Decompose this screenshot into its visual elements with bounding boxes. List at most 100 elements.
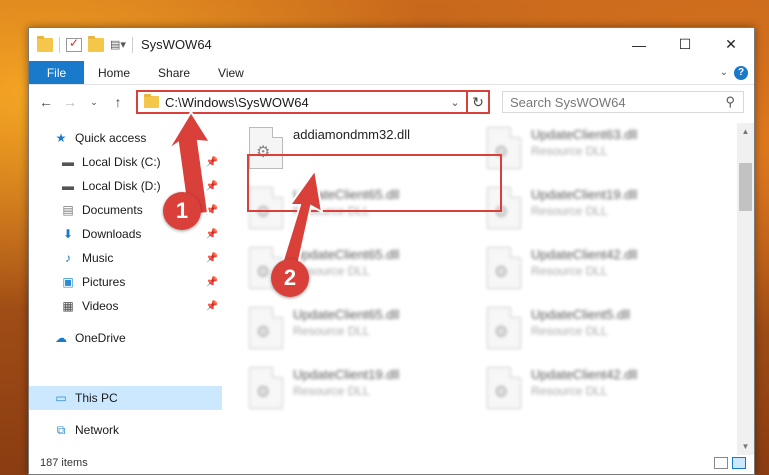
customize-toolbar-icon[interactable]: ▤▾ (110, 38, 126, 52)
tab-share[interactable]: Share (144, 66, 204, 80)
file-item[interactable]: ⚙ UpdateClient63.dll Resource DLL (487, 127, 637, 169)
item-count: 187 items (40, 457, 88, 469)
toolbar-divider (132, 36, 133, 53)
address-bar[interactable]: C:\Windows\SysWOW64 ⌄ (136, 90, 490, 114)
navigation-pane: ★ Quick access ▬ Local Disk (C:) 📌 ▬ Loc… (29, 123, 222, 448)
sidebar-item-this-pc[interactable]: ▭ This PC (29, 386, 222, 410)
dll-file-icon: ⚙ (249, 307, 283, 349)
up-arrow-icon[interactable]: ↑ (107, 91, 129, 113)
file-type: Resource DLL (531, 384, 608, 398)
help-icon[interactable]: ? (734, 65, 748, 80)
cloud-icon: ☁ (55, 331, 67, 345)
file-item[interactable]: ⚙ UpdateClient19.dll Resource DLL (487, 187, 637, 229)
pin-icon[interactable]: 📌 (206, 181, 218, 192)
file-name: UpdateClient65.dll (293, 247, 400, 262)
expand-ribbon-icon[interactable]: ⌄ (720, 67, 728, 78)
file-item[interactable]: ⚙ UpdateClient5.dll Resource DLL (487, 307, 630, 349)
file-name: UpdateClient42.dll (531, 367, 638, 382)
title-bar: ▤▾ SysWOW64 — ☐ ✕ (29, 28, 754, 61)
sidebar-item-label: Quick access (75, 131, 147, 145)
ribbon-tabs: File Home Share View ⌄ ? (29, 61, 754, 85)
file-type: Resource DLL (531, 264, 608, 278)
computer-icon: ▭ (55, 391, 67, 405)
pin-icon[interactable]: 📌 (206, 157, 218, 168)
window-controls: — ☐ ✕ (616, 28, 754, 61)
dll-file-icon: ⚙ (487, 307, 521, 349)
tab-file[interactable]: File (29, 61, 84, 84)
minimize-button[interactable]: — (616, 28, 662, 61)
dll-file-icon: ⚙ (487, 367, 521, 409)
recent-locations-chevron-icon[interactable]: ⌄ (83, 91, 105, 113)
file-name: UpdateClient19.dll (293, 367, 400, 382)
address-dropdown-icon[interactable]: ⌄ (446, 96, 464, 109)
sidebar-item-music[interactable]: ♪ Music 📌 (29, 246, 222, 270)
file-name: addiamondmm32.dll (293, 127, 411, 142)
step-1-badge: 1 (163, 192, 201, 230)
file-type: Resource DLL (531, 144, 608, 158)
file-name: UpdateClient65.dll (293, 307, 400, 322)
sidebar-item-network[interactable]: ⧉ Network (29, 418, 222, 442)
search-input[interactable]: Search SysWOW64 ⚲ (502, 91, 744, 113)
scroll-up-icon[interactable]: ▲ (737, 123, 754, 140)
file-item[interactable]: ⚙ UpdateClient42.dll Resource DLL (487, 247, 637, 289)
close-button[interactable]: ✕ (708, 28, 754, 61)
sidebar-item-local-disk-d[interactable]: ▬ Local Disk (D:) 📌 (29, 174, 222, 198)
step-2-badge: 2 (271, 259, 309, 297)
file-item[interactable]: ⚙ UpdateClient65.dll Resource DLL (249, 307, 399, 349)
view-toggle (714, 457, 746, 469)
properties-icon[interactable] (66, 36, 82, 52)
file-type: Resource DLL (531, 324, 608, 338)
music-icon: ♪ (65, 251, 71, 265)
gear-icon: ⚙ (494, 264, 509, 281)
sidebar-item-quick-access[interactable]: ★ Quick access (29, 126, 222, 150)
folder-icon (144, 94, 159, 108)
sidebar-item-videos[interactable]: ▦ Videos 📌 (29, 294, 222, 318)
maximize-button[interactable]: ☐ (662, 28, 708, 61)
sidebar-item-label: This PC (75, 391, 118, 405)
new-folder-icon[interactable] (88, 35, 104, 52)
tab-view[interactable]: View (204, 66, 258, 80)
sidebar-item-label: Documents (82, 203, 143, 217)
file-type: Resource DLL (293, 384, 370, 398)
download-icon: ⬇ (62, 227, 74, 241)
sidebar-item-onedrive[interactable]: ☁ OneDrive (29, 326, 222, 350)
status-bar: 187 items (29, 452, 754, 474)
file-item[interactable]: ⚙ UpdateClient42.dll Resource DLL (487, 367, 637, 409)
details-view-icon[interactable] (714, 457, 728, 469)
pin-icon[interactable]: 📌 (206, 277, 218, 288)
pin-icon[interactable]: 📌 (206, 229, 218, 240)
file-name: UpdateClient42.dll (531, 247, 638, 262)
document-icon: ▤ (62, 203, 74, 217)
file-item[interactable]: ⚙ UpdateClient19.dll Resource DLL (249, 367, 399, 409)
sidebar-item-local-disk-c[interactable]: ▬ Local Disk (C:) 📌 (29, 150, 222, 174)
refresh-icon: ↻ (472, 93, 484, 110)
sidebar-item-label: Downloads (82, 227, 142, 241)
pin-icon[interactable]: 📌 (206, 253, 218, 264)
sidebar-item-pictures[interactable]: ▣ Pictures 📌 (29, 270, 222, 294)
gear-icon: ⚙ (256, 384, 271, 401)
large-icons-view-icon[interactable] (732, 457, 746, 469)
file-name: UpdateClient5.dll (531, 307, 631, 322)
sidebar-item-label: Pictures (82, 275, 126, 289)
tab-home[interactable]: Home (84, 66, 144, 80)
star-icon: ★ (55, 131, 67, 145)
toolbar-divider (59, 36, 60, 53)
vertical-scrollbar[interactable]: ▲ ▼ (737, 123, 754, 455)
scroll-thumb[interactable] (739, 163, 752, 211)
gear-icon: ⚙ (494, 384, 509, 401)
sidebar-item-label: Videos (82, 299, 119, 313)
forward-arrow-icon[interactable]: → (59, 91, 81, 113)
quick-access-toolbar: ▤▾ (37, 35, 133, 53)
pin-icon[interactable]: 📌 (206, 301, 218, 312)
pin-icon[interactable]: 📌 (206, 205, 218, 216)
network-icon: ⧉ (56, 422, 66, 437)
dll-file-icon: ⚙ (249, 367, 283, 409)
sidebar-item-label: Local Disk (C:) (82, 155, 161, 169)
back-arrow-icon[interactable]: ← (35, 91, 57, 113)
search-placeholder: Search SysWOW64 (510, 94, 626, 110)
file-name: UpdateClient63.dll (531, 127, 638, 142)
folder-icon (37, 35, 53, 52)
file-highlight-box (247, 154, 502, 212)
window-title: SysWOW64 (141, 37, 212, 52)
refresh-button[interactable]: ↻ (466, 90, 490, 114)
